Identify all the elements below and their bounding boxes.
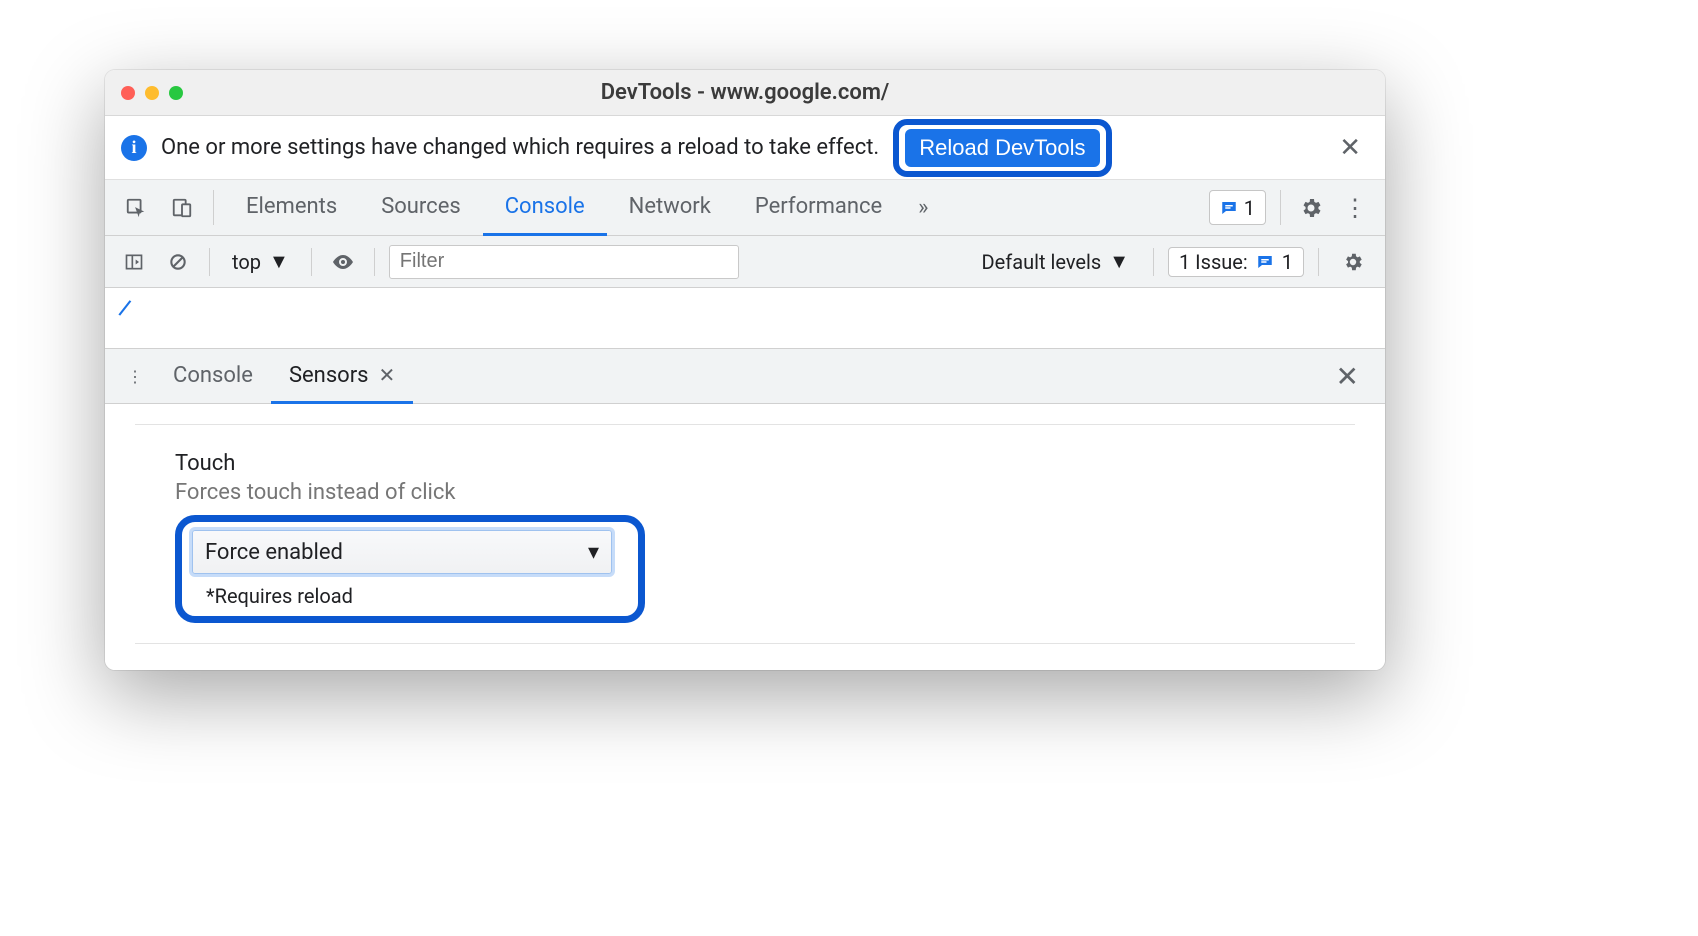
message-icon — [1256, 253, 1274, 271]
console-output[interactable]: ⁄ — [105, 288, 1385, 348]
devtools-window: DevTools - www.google.com/ i One or more… — [105, 70, 1385, 670]
console-toolbar: top ▼ Default levels ▼ 1 Issue: 1 — [105, 236, 1385, 288]
console-settings-button[interactable] — [1333, 251, 1373, 273]
traffic-lights — [121, 86, 183, 100]
console-issues-button[interactable]: 1 Issue: 1 — [1168, 247, 1304, 277]
chevron-down-icon: ▼ — [1109, 249, 1129, 274]
touch-title: Touch — [175, 451, 1355, 476]
drawer-close-button[interactable]: ✕ — [1320, 349, 1375, 403]
close-tab-icon[interactable]: ✕ — [379, 363, 396, 387]
clear-console-button[interactable] — [161, 252, 195, 272]
titlebar: DevTools - www.google.com/ — [105, 70, 1385, 116]
main-toolbar: Elements Sources Console Network Perform… — [105, 180, 1385, 236]
infobar-close-button[interactable]: ✕ — [1331, 133, 1369, 163]
log-levels-selector[interactable]: Default levels ▼ — [972, 249, 1139, 274]
main-tabs: Elements Sources Console Network Perform… — [224, 180, 904, 235]
tab-network[interactable]: Network — [607, 180, 733, 236]
tab-performance[interactable]: Performance — [733, 180, 904, 236]
maximize-window-button[interactable] — [169, 86, 183, 100]
info-icon: i — [121, 135, 147, 161]
chevron-down-icon: ▾ — [588, 540, 599, 565]
live-expression-button[interactable] — [326, 250, 360, 274]
issues-badge[interactable]: 1 — [1209, 190, 1266, 225]
touch-select[interactable]: Force enabled ▾ — [192, 530, 612, 574]
toggle-console-sidebar-button[interactable] — [117, 252, 151, 272]
console-prompt-icon: ⁄ — [119, 294, 130, 324]
touch-footnote: *Requires reload — [206, 584, 612, 608]
reload-devtools-button[interactable]: Reload DevTools — [905, 129, 1099, 167]
window-title: DevTools - www.google.com/ — [105, 80, 1385, 105]
message-icon — [1220, 199, 1238, 217]
tab-elements[interactable]: Elements — [224, 180, 359, 236]
sensors-panel: Touch Forces touch instead of click Forc… — [105, 404, 1385, 670]
issues-count: 1 — [1244, 196, 1255, 220]
device-toggle-button[interactable] — [161, 180, 203, 235]
drawer-tab-sensors[interactable]: Sensors ✕ — [271, 349, 413, 404]
touch-setting: Touch Forces touch instead of click Forc… — [135, 451, 1355, 623]
touch-description: Forces touch instead of click — [175, 480, 1355, 505]
tab-sources[interactable]: Sources — [359, 180, 483, 236]
settings-button[interactable] — [1291, 180, 1331, 235]
console-context-selector[interactable]: top ▼ — [224, 249, 297, 274]
drawer-tab-console[interactable]: Console — [155, 349, 271, 404]
infobar-message: One or more settings have changed which … — [161, 135, 879, 160]
touch-select-highlight: Force enabled ▾ *Requires reload — [175, 515, 645, 623]
minimize-window-button[interactable] — [145, 86, 159, 100]
chevron-down-icon: ▼ — [269, 249, 289, 274]
drawer-tabs: ⋮ Console Sensors ✕ ✕ — [105, 348, 1385, 404]
inspect-element-button[interactable] — [115, 180, 157, 235]
reload-highlight: Reload DevTools — [893, 119, 1111, 177]
tab-console[interactable]: Console — [483, 180, 607, 236]
reload-infobar: i One or more settings have changed whic… — [105, 116, 1385, 180]
console-filter-input[interactable] — [389, 245, 739, 279]
drawer-more-button[interactable]: ⋮ — [115, 349, 155, 403]
close-window-button[interactable] — [121, 86, 135, 100]
more-tabs-button[interactable]: » — [908, 180, 938, 235]
more-options-button[interactable]: ⋮ — [1335, 180, 1375, 235]
